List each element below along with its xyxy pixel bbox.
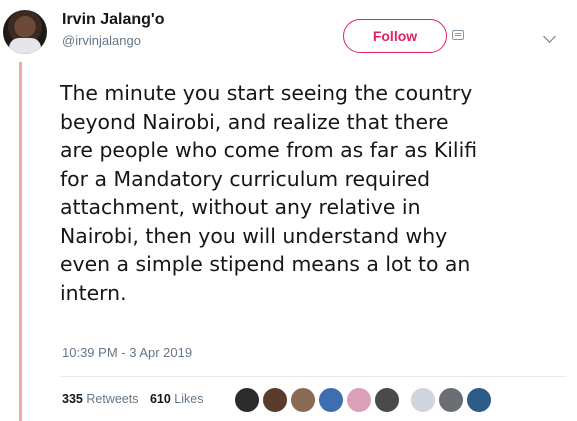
display-name[interactable]: Irvin Jalang'o [62,10,165,30]
tweet-text-line: for a Mandatory curriculum required [60,166,431,191]
liker-avatar[interactable] [318,387,344,413]
follow-card-icon [452,30,464,40]
tweet-header: Irvin Jalang'o @irvinjalango [62,10,165,50]
tweet-text-line: attachment, without any relative in [60,195,421,219]
retweets-count: 335 [62,392,83,406]
avatar[interactable] [3,10,47,54]
tweet-text-line: The minute you start seeing the country [60,81,473,105]
liker-avatar[interactable] [346,387,372,413]
tweet-card: Irvin Jalang'o @irvinjalango Follow The … [0,0,577,421]
liker-avatar[interactable] [466,387,492,413]
tweet-text-line: Nairobi, then you will understand why [60,223,448,248]
retweets-stat[interactable]: 335 Retweets [62,392,138,406]
liker-avatar[interactable] [290,387,316,413]
likes-stat[interactable]: 610 Likes [150,392,204,406]
divider [60,376,566,377]
tweet-text-line: are people who come from as far as Kilif… [60,138,478,162]
liker-avatar[interactable] [438,387,464,413]
likes-label: Likes [174,392,204,406]
user-handle[interactable]: @irvinjalango [62,32,165,50]
follow-button[interactable]: Follow [343,19,447,53]
tweet-stats: 335 Retweets 610 Likes [62,392,211,406]
tweet-timestamp[interactable]: 10:39 PM - 3 Apr 2019 [62,345,192,360]
liker-avatar[interactable] [234,387,260,413]
tweet-text-line: even a simple stipend means a lot to an [60,252,471,276]
liker-avatar[interactable] [410,387,436,413]
tweet-text-line: beyond Nairobi, and realize that there [60,109,449,134]
tweet-text: The minute you start seeing the country … [60,79,570,307]
retweets-label: Retweets [86,392,139,406]
thread-line [19,62,22,421]
avatar-shirt [9,38,41,54]
likes-count: 610 [149,392,171,406]
liker-avatar[interactable] [374,387,400,413]
tweet-text-line: intern. [60,280,127,305]
chevron-down-icon[interactable] [543,30,556,43]
liker-avatar[interactable] [262,387,288,413]
